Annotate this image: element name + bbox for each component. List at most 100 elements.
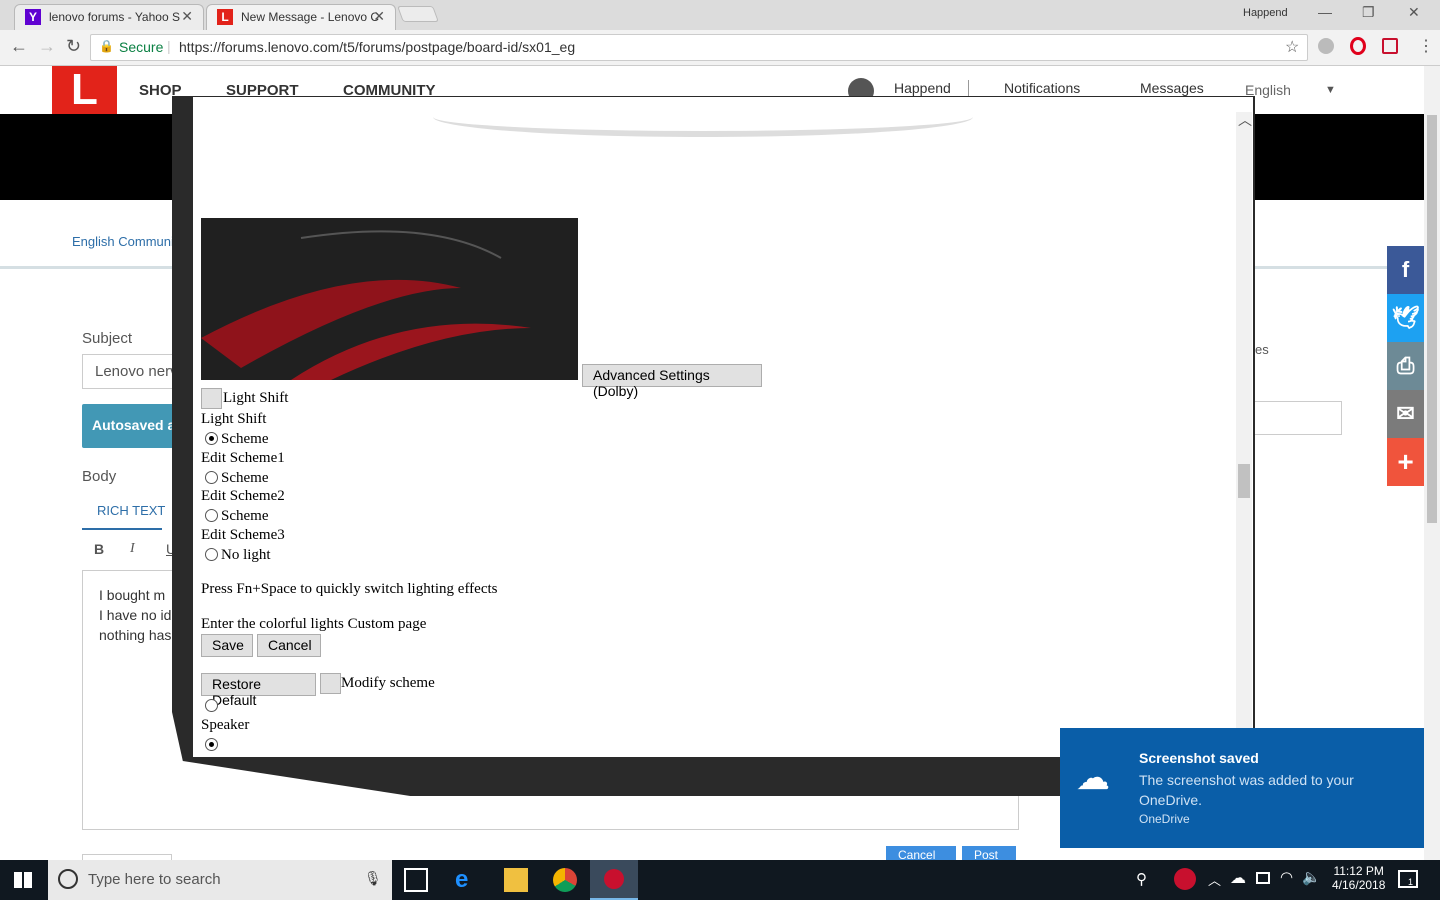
facebook-share-icon[interactable]: f <box>1387 246 1424 294</box>
speaker-option-radio[interactable] <box>205 699 218 712</box>
modify-scheme-checkbox[interactable] <box>320 673 341 694</box>
onedrive-toast[interactable]: ☁ Screenshot saved The screenshot was ad… <box>1060 728 1424 848</box>
new-tab-button[interactable] <box>397 6 439 22</box>
windows-start-icon[interactable] <box>14 872 32 888</box>
dialog-scrollbar[interactable] <box>1236 112 1252 757</box>
page-scrollbar-thumb[interactable] <box>1427 115 1437 523</box>
separator: | <box>167 38 171 54</box>
tab-new-message[interactable]: L New Message - Lenovo C ✕ <box>206 4 396 30</box>
email-share-icon[interactable]: ✉ <box>1387 390 1424 438</box>
speaker-radio[interactable] <box>205 738 218 751</box>
scroll-up-icon[interactable]: ︿ <box>1238 110 1252 130</box>
custom-page-text: Enter the colorful lights Custom page <box>201 616 427 632</box>
lock-icon: 🔒 <box>99 39 114 53</box>
cancel-button[interactable]: Cancel <box>886 846 956 860</box>
light-shift-heading: Light Shift <box>201 411 267 427</box>
yahoo-favicon-icon: Y <box>25 9 41 25</box>
task-view-icon[interactable] <box>404 868 428 892</box>
lenovo-logo[interactable]: L <box>52 66 117 114</box>
action-center-icon[interactable]: 1 <box>1398 870 1418 888</box>
toast-title: Screenshot saved <box>1139 750 1259 766</box>
language-select[interactable]: English <box>1245 82 1291 98</box>
secure-label: Secure <box>119 39 164 55</box>
tab-underline <box>82 528 162 530</box>
italic-icon[interactable]: I <box>130 541 135 557</box>
speaker-label: Speaker <box>201 717 250 733</box>
restore-icon[interactable]: ❐ <box>1362 4 1375 21</box>
messages-link[interactable]: Messages <box>1140 80 1204 96</box>
onedrive-cloud-icon: ☁ <box>1076 759 1110 797</box>
star-icon[interactable]: ☆ <box>1285 37 1299 57</box>
taskbar-search-box[interactable]: Type here to search 🎙 <box>48 860 392 900</box>
tab-rich-text[interactable]: RICH TEXT <box>97 503 165 518</box>
minimize-icon[interactable]: — <box>1318 4 1332 20</box>
right-panel-label: es <box>1255 342 1269 357</box>
more-share-icon[interactable]: + <box>1387 438 1424 486</box>
shortcut-hint: Press Fn+Space to quickly switch lightin… <box>201 581 498 597</box>
lenovo-nerve-app-button[interactable] <box>590 860 638 900</box>
restore-default-button[interactable]: Restore Default <box>201 673 316 708</box>
scheme-radio-3[interactable] <box>205 509 218 522</box>
subject-label: Subject <box>82 330 133 347</box>
close-window-icon[interactable]: ✕ <box>1408 4 1420 21</box>
modify-scheme-label: Modify scheme <box>341 675 435 691</box>
toast-body: The screenshot was added to your OneDriv… <box>1139 772 1354 808</box>
dialog-scrollbar-thumb[interactable] <box>1238 464 1250 498</box>
wifi-icon[interactable]: ◠ <box>1280 868 1293 886</box>
user-name[interactable]: Happend <box>894 80 951 96</box>
cortana-icon <box>58 869 78 889</box>
tab-yahoo[interactable]: Y lenovo forums - Yahoo S ✕ <box>14 4 204 30</box>
pocket-icon[interactable] <box>1382 38 1398 54</box>
chevron-down-icon[interactable]: ▼ <box>1325 84 1336 96</box>
notification-count: 1 <box>1408 877 1414 887</box>
light-shift-checkbox[interactable] <box>201 388 222 409</box>
decorative-arc <box>433 97 973 137</box>
file-explorer-icon[interactable] <box>504 868 528 892</box>
url-text[interactable]: https://forums.lenovo.com/t5/forums/post… <box>179 39 575 55</box>
menu-icon[interactable]: ⋮ <box>1418 36 1434 56</box>
edge-icon[interactable]: e <box>455 868 479 892</box>
opera-icon[interactable] <box>1350 37 1366 55</box>
edit-scheme3-link[interactable]: Edit Scheme3 <box>201 527 285 544</box>
bold-icon[interactable]: B <box>94 541 104 557</box>
back-icon[interactable]: ← <box>10 36 28 57</box>
onedrive-tray-icon[interactable]: ☁ <box>1230 868 1246 888</box>
advanced-settings-button[interactable]: Advanced Settings (Dolby) <box>582 364 762 399</box>
clock-date: 4/16/2018 <box>1332 878 1386 892</box>
cancel-button[interactable]: Cancel <box>257 634 321 657</box>
battery-icon[interactable] <box>1256 872 1270 884</box>
address-bar[interactable]: 🔒 Secure | https://forums.lenovo.com/t5/… <box>90 34 1308 61</box>
extension-icon[interactable] <box>1318 38 1334 54</box>
no-light-label: No light <box>221 547 271 563</box>
scheme-label: Scheme <box>221 508 269 524</box>
lighting-dialog <box>193 97 1253 757</box>
edit-scheme1-link[interactable]: Edit Scheme1 <box>201 450 285 467</box>
post-button[interactable]: Post <box>962 846 1016 860</box>
volume-icon[interactable]: 🔈 <box>1302 868 1321 886</box>
scheme-radio-1[interactable] <box>205 432 218 445</box>
windows-taskbar: Type here to search 🎙 e ⚲ ︿ ☁ ◠ 🔈 11:12 … <box>0 860 1440 900</box>
chrome-icon[interactable] <box>553 868 577 892</box>
twitter-share-icon[interactable]: 🕊 <box>1387 294 1424 342</box>
people-icon[interactable]: ⚲ <box>1136 870 1147 888</box>
scheme-radio-2[interactable] <box>205 471 218 484</box>
close-tab-icon[interactable]: ✕ <box>181 8 193 25</box>
reload-icon[interactable]: ↻ <box>66 36 81 57</box>
print-share-icon[interactable]: ⎙ <box>1387 342 1424 390</box>
no-light-radio[interactable] <box>205 548 218 561</box>
chevron-up-icon[interactable]: ︿ <box>1208 870 1221 889</box>
lighting-preview-image <box>201 218 578 380</box>
edit-scheme2-link[interactable]: Edit Scheme2 <box>201 488 285 505</box>
light-shift-checkbox-label: Light Shift <box>223 390 289 406</box>
profile-name[interactable]: Happend <box>1243 7 1288 19</box>
right-panel-input[interactable] <box>1255 401 1342 435</box>
red-swoosh-art <box>201 230 531 380</box>
microphone-icon[interactable]: 🎙 <box>364 870 382 887</box>
save-button[interactable]: Save <box>201 634 253 657</box>
lenovo-tray-icon[interactable] <box>1174 868 1196 890</box>
close-tab-icon[interactable]: ✕ <box>373 8 385 25</box>
notifications-link[interactable]: Notifications <box>1004 80 1080 96</box>
forward-icon[interactable]: → <box>38 36 56 57</box>
clock[interactable]: 11:12 PM 4/16/2018 <box>1332 864 1385 892</box>
breadcrumb[interactable]: English Communit <box>72 234 178 249</box>
